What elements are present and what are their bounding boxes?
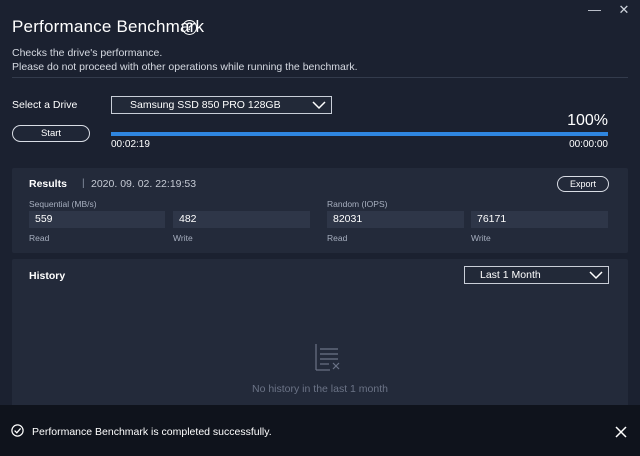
drive-dropdown-value: Samsung SSD 850 PRO 128GB (130, 99, 281, 111)
page-title: Performance Benchmark (12, 17, 205, 36)
description: Checks the drive's performance. Please d… (12, 46, 358, 74)
history-empty-text: No history in the last 1 month (252, 383, 388, 395)
empty-list-icon (314, 343, 344, 376)
check-circle-icon (11, 424, 24, 442)
random-write-value: 76171 (471, 211, 608, 228)
close-icon[interactable]: ✕ (618, 2, 630, 18)
export-button[interactable]: Export (557, 176, 609, 192)
toast-message: Performance Benchmark is completed succe… (32, 426, 272, 438)
progress-fill (111, 132, 608, 136)
sequential-label: Sequential (MB/s) (29, 199, 97, 209)
results-title: Results (29, 178, 67, 190)
drive-dropdown[interactable]: Samsung SSD 850 PRO 128GB (111, 96, 332, 114)
history-title: History (29, 270, 66, 282)
random-read-label: Read (327, 233, 348, 243)
period-dropdown[interactable]: Last 1 Month (464, 266, 609, 284)
chevron-down-icon (589, 269, 603, 286)
results-date: 2020. 09. 02. 22:19:53 (91, 178, 197, 190)
results-separator: | (82, 178, 85, 189)
description-line-2: Please do not proceed with other operati… (12, 61, 358, 73)
results-panel: Results | 2020. 09. 02. 22:19:53 Export … (12, 168, 628, 253)
description-line-1: Checks the drive's performance. (12, 47, 163, 59)
random-label: Random (IOPS) (327, 199, 388, 209)
drive-label: Select a Drive (12, 99, 78, 111)
window-header: Performance Benchmark ? — ✕ Checks the d… (0, 0, 640, 80)
sequential-write-label: Write (173, 233, 193, 243)
random-read-value: 82031 (327, 211, 464, 228)
period-dropdown-value: Last 1 Month (480, 269, 541, 281)
progress-percent: 100% (567, 112, 608, 129)
history-panel: History Last 1 Month No history in the l… (12, 259, 628, 419)
divider (12, 77, 628, 78)
minimize-icon[interactable]: — (588, 2, 601, 18)
close-icon[interactable] (615, 425, 627, 443)
start-button[interactable]: Start (12, 125, 90, 142)
sequential-read-value: 559 (29, 211, 165, 228)
success-toast: Performance Benchmark is completed succe… (0, 405, 640, 456)
remaining-time: 00:00:00 (569, 139, 608, 150)
help-icon[interactable]: ? (182, 20, 197, 35)
elapsed-time: 00:02:19 (111, 139, 150, 150)
sequential-write-value: 482 (173, 211, 310, 228)
sequential-read-label: Read (29, 233, 50, 243)
window-controls: — ✕ (588, 2, 630, 18)
chevron-down-icon (312, 99, 326, 116)
random-write-label: Write (471, 233, 491, 243)
progress-bar (111, 132, 608, 136)
